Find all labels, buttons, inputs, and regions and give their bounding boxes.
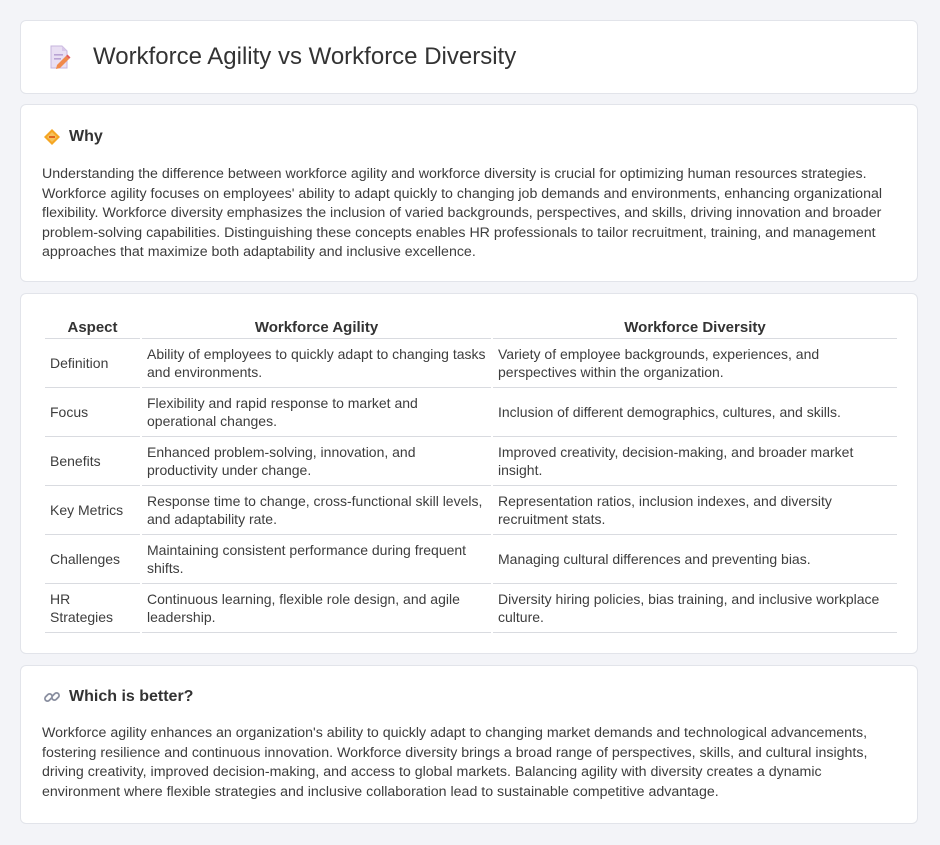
why-text: Understanding the difference between wor… [42,166,883,261]
comparison-section: Aspect Workforce Agility Workforce Diver… [20,293,918,654]
aspect-cell: HR Strategies [45,584,140,633]
why-section: Why Understanding the difference between… [20,104,918,282]
aspect-cell: Focus [45,388,140,437]
which-is-better-section: Which is better? Workforce agility enhan… [20,665,918,824]
agility-cell: Ability of employees to quickly adapt to… [142,339,491,388]
diversity-cell: Representation ratios, inclusion indexes… [493,486,897,535]
diversity-cell: Managing cultural differences and preven… [493,535,897,584]
table-row: Challenges Maintaining consistent perfor… [45,535,897,584]
agility-cell: Flexibility and rapid response to market… [142,388,491,437]
table-header-row: Aspect Workforce Agility Workforce Diver… [45,316,897,339]
agility-cell: Maintaining consistent performance durin… [142,535,491,584]
table-row: HR Strategies Continuous learning, flexi… [45,584,897,633]
why-heading: Why [69,128,103,145]
better-heading: Which is better? [69,688,194,705]
table-row: Key Metrics Response time to change, cro… [45,486,897,535]
table-row: Focus Flexibility and rapid response to … [45,388,897,437]
aspect-cell: Key Metrics [45,486,140,535]
diamond-icon [44,129,60,145]
aspect-cell: Challenges [45,535,140,584]
comparison-table: Aspect Workforce Agility Workforce Diver… [43,316,899,633]
header-card: Workforce Agility vs Workforce Diversity [20,20,918,94]
aspect-cell: Benefits [45,437,140,486]
page-title: Workforce Agility vs Workforce Diversity [93,43,517,70]
link-icon [44,692,60,702]
diversity-cell: Diversity hiring policies, bias training… [493,584,897,633]
aspect-cell: Definition [45,339,140,388]
why-heading-row: Why [43,128,103,146]
diversity-cell: Improved creativity, decision-making, an… [493,437,897,486]
agility-cell: Enhanced problem-solving, innovation, an… [142,437,491,486]
column-header-diversity: Workforce Diversity [493,316,897,339]
table-row: Definition Ability of employees to quick… [45,339,897,388]
document-edit-icon [50,45,71,69]
table-row: Benefits Enhanced problem-solving, innov… [45,437,897,486]
diversity-cell: Variety of employee backgrounds, experie… [493,339,897,388]
diversity-cell: Inclusion of different demographics, cul… [493,388,897,437]
agility-cell: Continuous learning, flexible role desig… [142,584,491,633]
better-text: Workforce agility enhances an organizati… [42,725,868,800]
column-header-agility: Workforce Agility [142,316,491,339]
column-header-aspect: Aspect [45,316,140,339]
agility-cell: Response time to change, cross-functiona… [142,486,491,535]
better-heading-row: Which is better? [43,688,193,706]
